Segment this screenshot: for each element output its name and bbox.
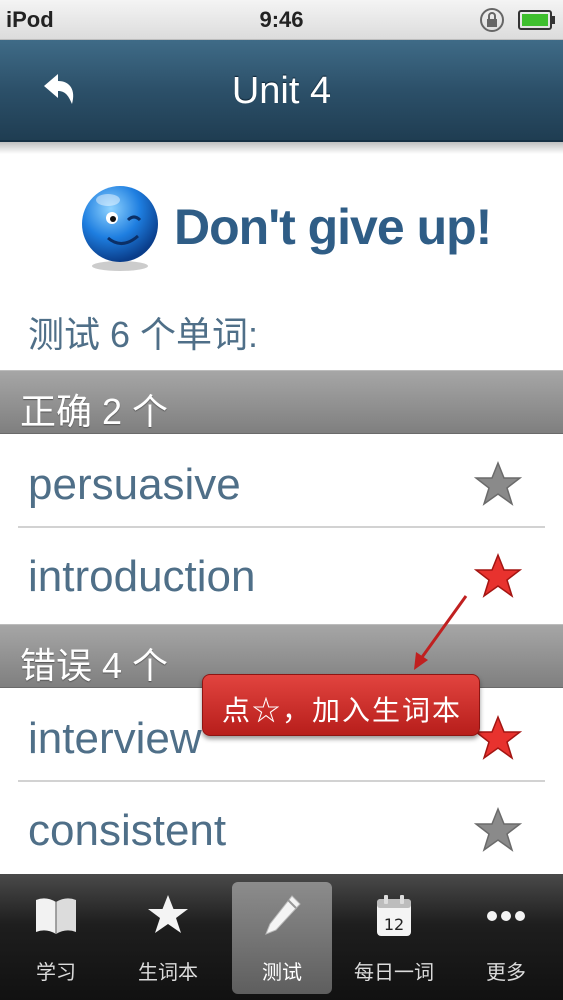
tab-label: 测试 xyxy=(262,962,302,984)
tab-bar: 学习 生词本 测试 12 每日一词 更多 xyxy=(0,874,563,1000)
battery-icon xyxy=(518,10,555,30)
section-title: 错误 4 个 xyxy=(20,645,169,686)
tab-label: 学习 xyxy=(36,962,76,984)
more-dots-icon xyxy=(487,911,525,921)
nav-shadow xyxy=(0,142,563,154)
tooltip-text: 点☆，加入生词本 xyxy=(221,694,462,727)
star-icon[interactable] xyxy=(474,460,522,508)
divider xyxy=(18,780,545,782)
add-to-vocab-tooltip: 点☆，加入生词本 xyxy=(202,674,480,736)
calendar-icon: 12 xyxy=(377,895,411,936)
tab-more[interactable]: 更多 xyxy=(456,882,556,994)
nav-bar: Unit 4 xyxy=(0,40,563,142)
word-text: persuasive xyxy=(28,460,241,509)
star-icon[interactable] xyxy=(474,552,522,600)
section-title: 正确 2 个 xyxy=(20,391,169,432)
divider xyxy=(18,526,545,528)
page-title: Unit 4 xyxy=(231,70,332,112)
tab-study[interactable]: 学习 xyxy=(6,882,106,994)
calendar-day: 12 xyxy=(384,915,404,934)
tab-label: 生词本 xyxy=(138,962,198,984)
star-icon[interactable] xyxy=(474,806,522,854)
tab-vocab-book[interactable]: 生词本 xyxy=(118,882,218,994)
tab-label: 每日一词 xyxy=(354,962,434,984)
tooltip-arrow-icon xyxy=(414,595,468,670)
star-icon[interactable] xyxy=(474,714,522,762)
tab-test[interactable]: 测试 xyxy=(232,882,332,994)
tab-label: 更多 xyxy=(486,962,526,984)
section-header-correct: 正确 2 个 xyxy=(0,370,563,434)
word-text: introduction xyxy=(28,552,256,601)
word-row[interactable]: consistent xyxy=(0,784,563,876)
encouragement-text: Don't give up! xyxy=(174,199,492,255)
test-summary: 测试 6 个单词: xyxy=(28,314,259,355)
word-text: interview xyxy=(28,714,202,763)
book-icon xyxy=(36,898,76,934)
winking-smiley-icon xyxy=(82,186,158,271)
star-icon xyxy=(148,895,188,933)
tab-word-of-the-day[interactable]: 12 每日一词 xyxy=(344,882,444,994)
status-bar: iPod 9:46 xyxy=(0,0,563,40)
rotation-lock-icon xyxy=(480,8,504,32)
word-row[interactable]: persuasive xyxy=(0,438,563,530)
pencil-icon xyxy=(265,895,301,935)
word-text: consistent xyxy=(28,806,227,855)
